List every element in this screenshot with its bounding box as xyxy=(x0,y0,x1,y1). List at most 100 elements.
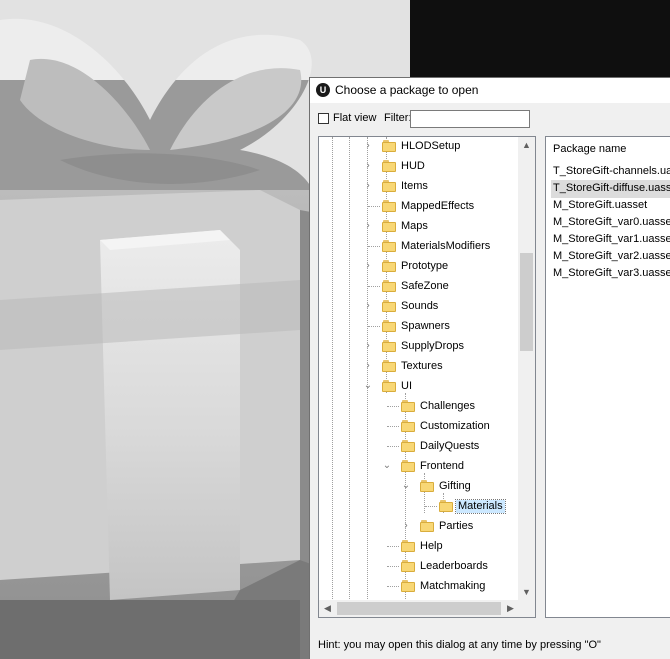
tree-node-label[interactable]: Sounds xyxy=(399,300,440,313)
chevron-right-icon[interactable]: › xyxy=(363,260,373,272)
tree-node-label[interactable]: MappedEffects xyxy=(399,200,476,213)
folder-tree[interactable]: › HLODSetup › HUD › Items MappedEffects › Maps Ma… xyxy=(318,136,536,618)
tree-node[interactable]: › HUD xyxy=(319,157,519,177)
tree-node-label[interactable]: SupplyDrops xyxy=(399,340,466,353)
folder-icon xyxy=(401,399,415,413)
scroll-left-arrow-icon[interactable]: ◀ xyxy=(319,600,336,617)
chevron-right-icon[interactable]: › xyxy=(363,360,373,372)
folder-icon xyxy=(401,559,415,573)
tree-horizontal-scroll-thumb[interactable] xyxy=(337,602,501,615)
package-list-item[interactable]: M_StoreGift.uasset xyxy=(551,197,649,215)
flat-view-checkbox[interactable] xyxy=(318,113,329,124)
tree-node[interactable]: › Textures xyxy=(319,357,519,377)
tree-node[interactable]: › Sounds xyxy=(319,297,519,317)
tree-node[interactable]: › HLODSetup xyxy=(319,137,519,157)
chevron-down-icon[interactable]: ⌄ xyxy=(363,380,373,392)
tree-node-label[interactable]: Help xyxy=(418,540,445,553)
folder-icon xyxy=(401,579,415,593)
dialog-titlebar[interactable]: U Choose a package to open xyxy=(310,78,670,103)
hint-text: Hint: you may open this dialog at any ti… xyxy=(318,639,601,651)
tree-node-label[interactable]: DailyQuests xyxy=(418,440,481,453)
chevron-right-icon[interactable]: › xyxy=(363,220,373,232)
tree-node-label[interactable]: MaterialsModifiers xyxy=(399,240,492,253)
tree-node-label[interactable]: SafeZone xyxy=(399,280,451,293)
filter-label: Filter: xyxy=(384,112,412,124)
folder-icon xyxy=(382,179,396,193)
package-list-item[interactable]: M_StoreGift_var1.uasset xyxy=(551,231,670,249)
tree-node-label[interactable]: Challenges xyxy=(418,400,477,413)
folder-icon xyxy=(382,259,396,273)
tree-node-label[interactable]: Matchmaking xyxy=(418,580,487,593)
tree-node[interactable]: ⌄ Frontend xyxy=(319,457,519,477)
tree-node-label[interactable]: Spawners xyxy=(399,320,452,333)
tree-node-label[interactable]: Maps xyxy=(399,220,430,233)
tree-node[interactable]: MappedEffects xyxy=(319,197,519,217)
folder-icon xyxy=(420,519,434,533)
folder-icon xyxy=(382,239,396,253)
tree-node[interactable]: Customization xyxy=(319,417,519,437)
tree-node[interactable]: › Parties xyxy=(319,517,519,537)
tree-node[interactable]: Materials xyxy=(319,497,519,517)
tree-node-label[interactable]: Prototype xyxy=(399,260,450,273)
tree-node[interactable]: ⌄ Gifting xyxy=(319,477,519,497)
scroll-up-arrow-icon[interactable]: ▲ xyxy=(518,137,535,154)
folder-icon xyxy=(401,459,415,473)
folder-icon xyxy=(382,299,396,313)
tree-node-label[interactable]: Items xyxy=(399,180,430,193)
tree-horizontal-scrollbar[interactable]: ◀ ▶ xyxy=(319,600,519,617)
tree-node[interactable]: Challenges xyxy=(319,397,519,417)
tree-node[interactable]: SafeZone xyxy=(319,277,519,297)
chevron-down-icon[interactable]: ⌄ xyxy=(401,480,411,492)
tree-node[interactable]: DailyQuests xyxy=(319,437,519,457)
folder-icon xyxy=(401,539,415,553)
package-list-item[interactable]: T_StoreGift-channels.uasset xyxy=(551,163,670,181)
package-list-item[interactable]: M_StoreGift_var0.uasset xyxy=(551,214,670,232)
package-list[interactable]: Package name T_StoreGift-channels.uasset… xyxy=(545,136,670,618)
scroll-down-arrow-icon[interactable]: ▼ xyxy=(518,584,535,601)
tree-node[interactable]: MaterialsModifiers xyxy=(319,237,519,257)
scroll-right-arrow-icon[interactable]: ▶ xyxy=(502,600,519,617)
tree-node[interactable]: › Prototype xyxy=(319,257,519,277)
tree-node[interactable]: Help xyxy=(319,537,519,557)
tree-node-label[interactable]: Parties xyxy=(437,520,475,533)
chevron-down-icon[interactable]: ⌄ xyxy=(382,460,392,472)
package-name-column-header[interactable]: Package name xyxy=(553,143,626,155)
tree-node-label[interactable]: Customization xyxy=(418,420,492,433)
chevron-right-icon[interactable]: › xyxy=(363,340,373,352)
package-list-item[interactable]: M_StoreGift_var2.uasset xyxy=(551,248,670,266)
unreal-engine-logo-icon: U xyxy=(316,83,330,97)
tree-node[interactable]: › Maps xyxy=(319,217,519,237)
tree-node-label[interactable]: Textures xyxy=(399,360,445,373)
tree-node-label[interactable]: Gifting xyxy=(437,480,473,493)
tree-vertical-scroll-thumb[interactable] xyxy=(520,253,533,351)
chevron-right-icon[interactable]: › xyxy=(363,140,373,152)
package-list-item[interactable]: T_StoreGift-diffuse.uasset xyxy=(551,180,670,198)
tree-node-label[interactable]: Materials xyxy=(455,499,506,514)
tree-node-label[interactable]: HUD xyxy=(399,160,427,173)
chevron-right-icon[interactable]: › xyxy=(363,300,373,312)
folder-icon xyxy=(439,499,453,513)
flat-view-label[interactable]: Flat view xyxy=(333,112,376,124)
tree-node-label[interactable]: Frontend xyxy=(418,460,466,473)
filter-input[interactable] xyxy=(410,110,530,128)
chevron-right-icon[interactable]: › xyxy=(363,180,373,192)
chevron-right-icon[interactable]: › xyxy=(363,160,373,172)
tree-node[interactable]: ⌄ UI xyxy=(319,377,519,397)
folder-icon xyxy=(401,439,415,453)
tree-node-label[interactable]: Leaderboards xyxy=(418,560,490,573)
tree-node-label[interactable]: HLODSetup xyxy=(399,140,462,153)
folder-icon xyxy=(382,159,396,173)
tree-node-label[interactable]: UI xyxy=(399,380,414,393)
package-list-item[interactable]: M_StoreGift_var3.uasset xyxy=(551,265,670,283)
folder-icon xyxy=(382,279,396,293)
folder-icon xyxy=(382,219,396,233)
tree-node[interactable]: › Items xyxy=(319,177,519,197)
tree-node[interactable]: Leaderboards xyxy=(319,557,519,577)
tree-vertical-scrollbar[interactable]: ▲ ▼ xyxy=(518,137,535,601)
tree-node[interactable]: Matchmaking xyxy=(319,577,519,597)
tree-node[interactable]: › SupplyDrops xyxy=(319,337,519,357)
tree-node[interactable]: Spawners xyxy=(319,317,519,337)
dialog-title: Choose a package to open xyxy=(335,83,479,97)
chevron-right-icon[interactable]: › xyxy=(401,520,411,532)
options-row: Flat view Filter: xyxy=(310,109,670,131)
